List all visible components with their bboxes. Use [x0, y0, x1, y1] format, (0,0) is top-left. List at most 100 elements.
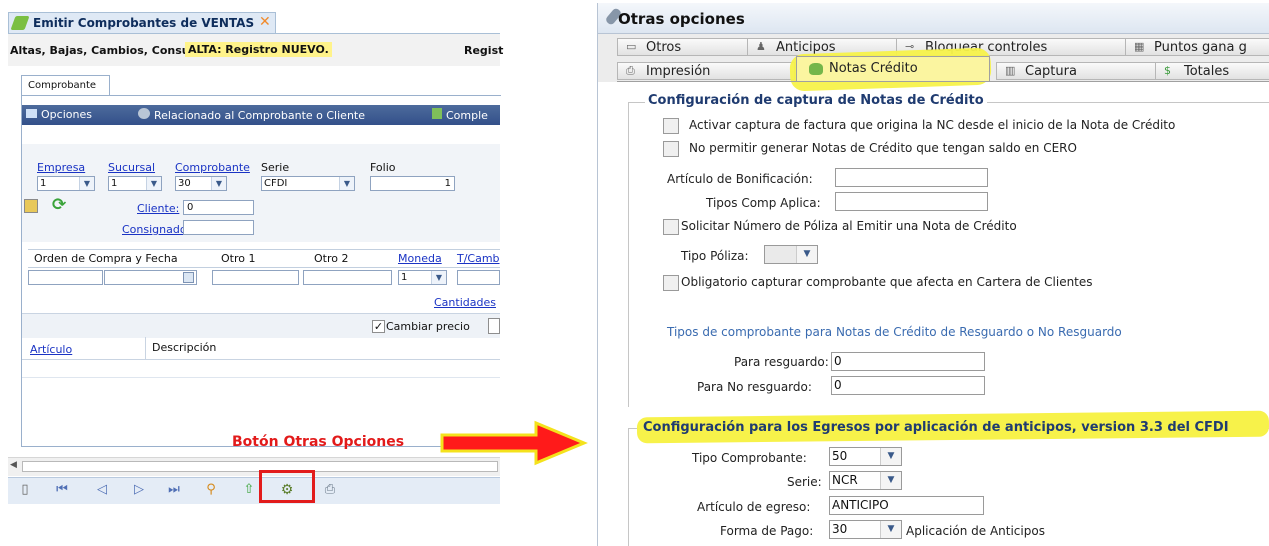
- tab-captura[interactable]: ▥ Captura: [996, 62, 1158, 80]
- no-permitir-label: No permitir generar Notas de Crédito que…: [689, 141, 1077, 155]
- tcamb-input[interactable]: [457, 270, 500, 285]
- section1-title: Configuración de captura de Notas de Cré…: [645, 93, 987, 108]
- folio-input[interactable]: 1: [370, 176, 455, 191]
- upload-icon[interactable]: ⇧: [240, 481, 258, 499]
- grid-header-articulo[interactable]: Artículo: [30, 343, 72, 356]
- tab-impresion[interactable]: ⎙ Impresión: [617, 62, 795, 80]
- window-tab[interactable]: Emitir Comprobantes de VENTAS ✕: [8, 12, 276, 33]
- dollar-icon: $: [1164, 64, 1171, 77]
- opciones-button[interactable]: Opciones: [26, 108, 92, 121]
- print-icon[interactable]: ⎙: [321, 481, 339, 499]
- tab-totales[interactable]: $ Totales: [1155, 62, 1269, 80]
- obligatorio-checkbox[interactable]: [663, 275, 679, 291]
- consignado-input[interactable]: [183, 220, 254, 235]
- tab-impresion-label: Impresión: [646, 64, 711, 79]
- tipos-comp-aplica-input[interactable]: [835, 192, 988, 211]
- moneda-select[interactable]: 1 ▼: [398, 270, 447, 285]
- para-no-resguardo-input[interactable]: 0: [831, 376, 985, 395]
- next-record-icon[interactable]: ▷: [130, 481, 148, 499]
- sucursal-select[interactable]: 1 ▼: [108, 176, 162, 191]
- opciones-label: Opciones: [41, 108, 92, 121]
- articulo-bonificacion-label: Artículo de Bonificación:: [667, 172, 813, 186]
- comprobante-select[interactable]: 30 ▼: [175, 176, 227, 191]
- calendar-icon[interactable]: [183, 272, 194, 283]
- articulo-egreso-value: ANTICIPO: [832, 498, 889, 512]
- tcamb-link[interactable]: T/Camb: [457, 252, 500, 265]
- right-window-title: Otras opciones: [618, 10, 745, 28]
- tipo-poliza-select[interactable]: ▼: [764, 245, 818, 264]
- prev-record-icon[interactable]: ◁: [93, 481, 111, 499]
- user-icon: ♟: [756, 40, 766, 53]
- new-doc-icon[interactable]: ▯: [16, 481, 34, 499]
- comple-button[interactable]: Comple: [432, 108, 488, 122]
- annotation-label: Botón Otras Opciones: [232, 434, 405, 450]
- grid-header: [22, 337, 500, 360]
- articulo-bonificacion-input[interactable]: [835, 168, 988, 187]
- cliente-input[interactable]: 0: [183, 200, 254, 215]
- search-icon[interactable]: ⚲: [202, 481, 220, 499]
- cliente-value: 0: [187, 202, 194, 213]
- tab-notas-credito-label: Notas Crédito: [829, 61, 918, 76]
- orden-compra-input[interactable]: [28, 270, 103, 285]
- tab-notas-credito[interactable]: Notas Crédito: [796, 56, 990, 82]
- otras-opciones-button[interactable]: ⚙: [278, 481, 296, 499]
- tipo-comprobante-select[interactable]: 50 ▼: [829, 447, 902, 466]
- tab-puntos[interactable]: ▦ Puntos gana g: [1125, 38, 1269, 56]
- last-record-icon[interactable]: ⏭: [165, 481, 183, 499]
- articulo-egreso-input[interactable]: ANTICIPO: [829, 496, 984, 515]
- para-resguardo-input[interactable]: 0: [831, 352, 985, 371]
- tipo-poliza-label: Tipo Póliza:: [681, 249, 749, 263]
- chevron-down-icon: ▼: [796, 246, 817, 263]
- edit-icon[interactable]: [24, 199, 38, 213]
- chevron-down-icon: ▼: [146, 177, 161, 190]
- close-icon[interactable]: ✕: [259, 14, 271, 30]
- tab-otros-label: Otros: [646, 40, 682, 55]
- serie-select[interactable]: CFDI ▼: [261, 176, 355, 191]
- refresh-icon[interactable]: ⟳: [52, 195, 66, 215]
- otro1-input[interactable]: [212, 270, 299, 285]
- cambiar-precio-checkbox[interactable]: ✓: [372, 320, 385, 333]
- obligatorio-label: Obligatorio capturar comprobante que afe…: [681, 275, 1093, 289]
- otro2-input[interactable]: [303, 270, 392, 285]
- no-permitir-checkbox[interactable]: [663, 141, 679, 157]
- section2-title: Configuración para los Egresos por aplic…: [643, 420, 1229, 435]
- chevron-down-icon: ▼: [880, 521, 901, 538]
- solicitar-poliza-checkbox[interactable]: [663, 219, 679, 235]
- cliente-link[interactable]: Cliente:: [137, 202, 179, 215]
- sucursal-link[interactable]: Sucursal: [108, 161, 155, 174]
- fecha-input[interactable]: [104, 270, 197, 285]
- sucursal-value: 1: [111, 178, 118, 189]
- doc-icon: [432, 108, 442, 119]
- relacionado-button[interactable]: Relacionado al Comprobante o Cliente: [138, 108, 365, 122]
- forma-pago-label: Forma de Pago:: [720, 524, 814, 538]
- forma-pago-value: 30: [832, 522, 848, 536]
- right-arrow-icon: [440, 420, 588, 466]
- info-bar: Altas, Bajas, Cambios, Consult: ALTA: Re…: [8, 34, 503, 66]
- serie-label-right: Serie:: [787, 475, 822, 489]
- moneda-link[interactable]: Moneda: [398, 252, 442, 265]
- comprobante-value: 30: [178, 178, 191, 189]
- serie-select-right[interactable]: NCR ▼: [829, 471, 902, 490]
- comprobante-link[interactable]: Comprobante: [175, 161, 250, 174]
- empresa-link[interactable]: Empresa: [37, 161, 85, 174]
- chevron-down-icon: ▼: [431, 271, 446, 284]
- grid-col-divider: [145, 337, 146, 359]
- tab-comprobante[interactable]: Comprobante: [21, 75, 110, 96]
- print-icon: ⎙: [626, 64, 635, 77]
- tab-otros[interactable]: ▭ Otros: [617, 38, 753, 56]
- forma-pago-select[interactable]: 30 ▼: [829, 520, 902, 539]
- activar-captura-label: Activar captura de factura que origina l…: [689, 118, 1176, 132]
- cantidades-link[interactable]: Cantidades: [434, 296, 496, 309]
- activar-captura-checkbox[interactable]: [663, 118, 679, 134]
- otro2-label: Otro 2: [314, 252, 349, 265]
- first-record-icon[interactable]: ⏮: [53, 481, 71, 499]
- scroll-left-arrow[interactable]: ◀: [10, 460, 17, 470]
- tipos-comp-aplica-label: Tipos Comp Aplica:: [706, 196, 821, 210]
- grid-icon: ▦: [1134, 40, 1145, 53]
- serie-label: Serie: [261, 161, 290, 174]
- empresa-select[interactable]: 1 ▼: [37, 176, 95, 191]
- tipo-comprobante-value: 50: [832, 449, 848, 463]
- header-panel: [22, 144, 500, 242]
- extra-checkbox[interactable]: [488, 318, 500, 334]
- horizontal-scrollbar[interactable]: ◀: [8, 457, 500, 476]
